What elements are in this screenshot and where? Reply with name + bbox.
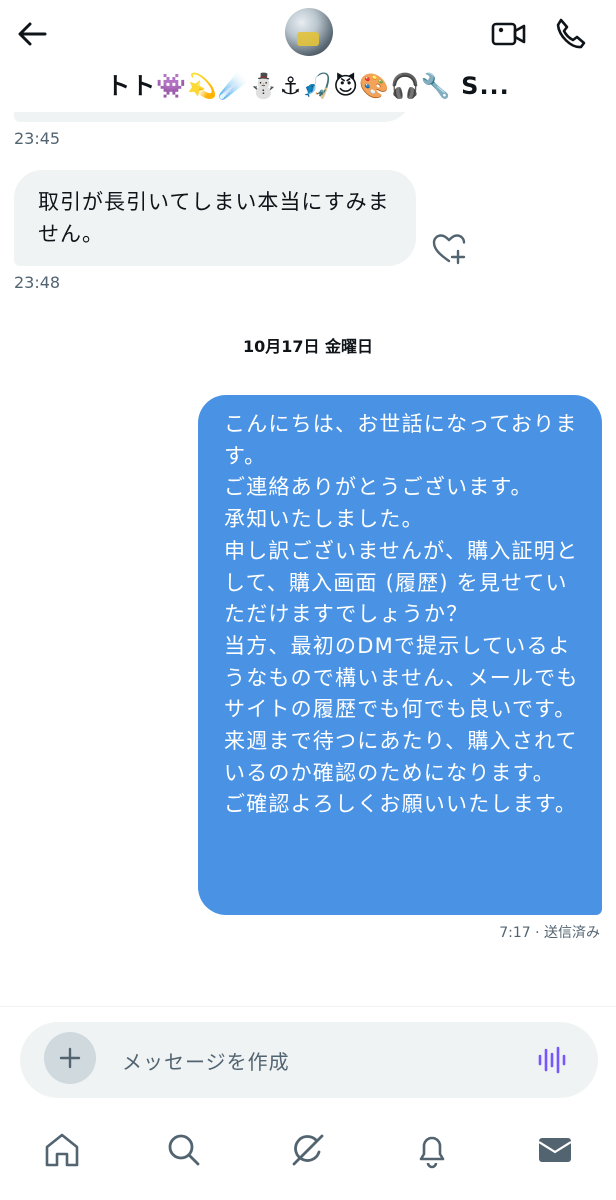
avatar[interactable] xyxy=(285,8,333,56)
video-call-icon[interactable] xyxy=(490,16,528,52)
message-input[interactable]: メッセージを作成 xyxy=(122,1046,290,1075)
heart-plus-icon[interactable] xyxy=(430,230,468,268)
voice-wave-icon[interactable] xyxy=(536,1044,568,1076)
mail-icon[interactable] xyxy=(535,1130,575,1170)
message-timestamp: 23:48 xyxy=(14,273,61,292)
message-composer[interactable]: メッセージを作成 xyxy=(20,1022,598,1098)
home-icon[interactable] xyxy=(42,1130,82,1170)
conversation-header: トト👾💫☄️⛄⚓🎣😈🎨🎧🔧 S... xyxy=(0,0,616,112)
back-arrow-icon[interactable] xyxy=(14,16,50,52)
grok-icon[interactable] xyxy=(288,1130,328,1170)
message-bubble-incoming[interactable]: 取引が長引いてしまい本当にすみませ​ん。 xyxy=(14,170,416,266)
bottom-navigation xyxy=(0,1114,616,1200)
add-media-button[interactable] xyxy=(44,1032,96,1084)
bell-icon[interactable] xyxy=(412,1130,452,1170)
phone-icon[interactable] xyxy=(552,16,588,52)
conversation-title[interactable]: トト👾💫☄️⛄⚓🎣😈🎨🎧🔧 S... xyxy=(0,66,616,101)
message-bubble-outgoing[interactable]: こんにちは、お世話になっております。 ご連絡ありがとうございます。 承知いたしま… xyxy=(198,395,602,915)
plus-icon xyxy=(59,1047,81,1069)
search-icon[interactable] xyxy=(164,1130,204,1170)
message-timestamp: 23:45 xyxy=(14,129,61,148)
date-separator: 10月17日 金曜日 xyxy=(242,337,374,356)
divider xyxy=(0,1006,616,1007)
message-status: 7:17 · 送信済み xyxy=(499,925,600,941)
